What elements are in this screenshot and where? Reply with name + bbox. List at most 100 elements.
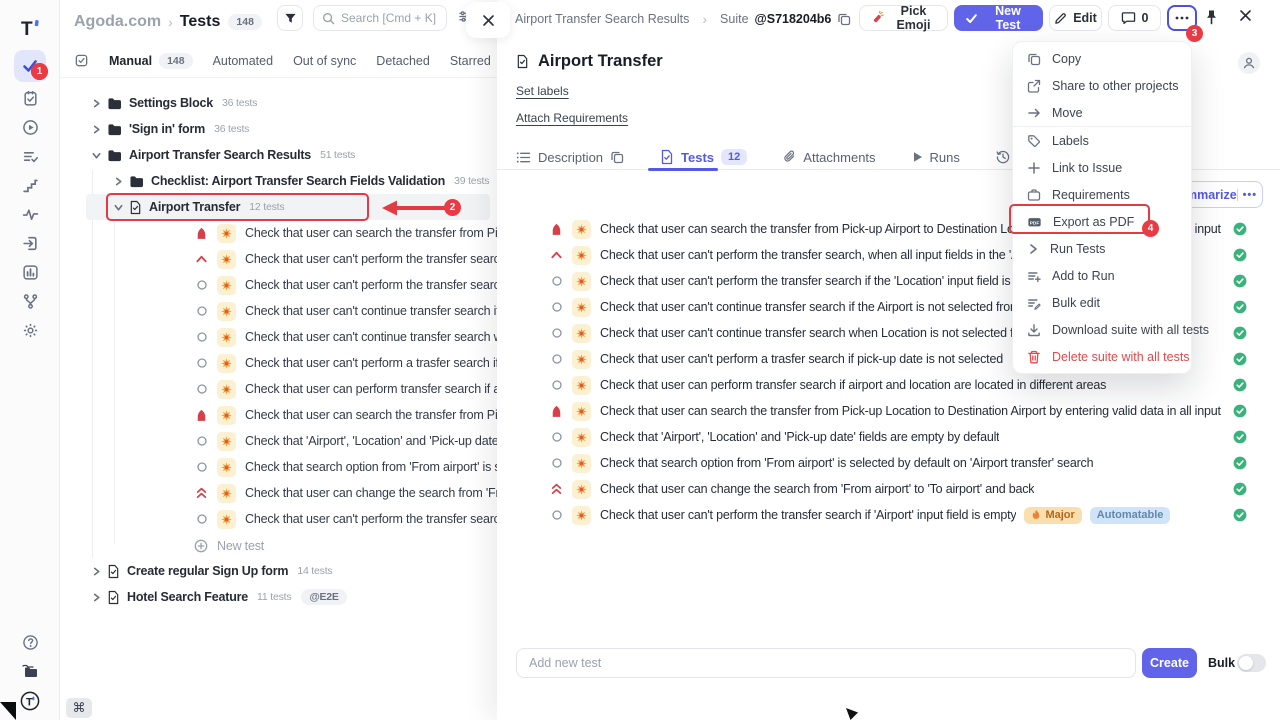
tree-suite-row[interactable]: Settings Block 36 tests (92, 90, 257, 116)
rail-item-projects[interactable] (14, 656, 46, 688)
suite-test-row[interactable]: Check that user can search the transfer … (497, 398, 1280, 424)
tree-suite-row[interactable]: Create regular Sign Up form 14 tests (92, 558, 332, 584)
rail-item-help[interactable] (14, 626, 46, 658)
rail-item-logo-circle[interactable]: T (14, 685, 46, 717)
pick-emoji-button[interactable]: Pick Emoji (859, 5, 948, 31)
suite-test-row[interactable]: Check that user can't perform the transf… (497, 502, 1280, 528)
menu-item-move[interactable]: Move (1013, 99, 1191, 126)
rail-item-clipboard-check[interactable] (14, 82, 46, 114)
search-input[interactable] (341, 11, 438, 25)
comments-button[interactable]: 0 (1108, 5, 1161, 31)
menu-item-download-suite-with-all-tests[interactable]: Download suite with all tests (1013, 316, 1191, 343)
attach-requirements-link[interactable]: Attach Requirements (516, 111, 628, 125)
summarize-more-button[interactable]: ••• (1237, 189, 1262, 201)
folder-icon (107, 97, 122, 110)
list-edit-icon (1027, 296, 1041, 310)
filter-button[interactable] (277, 5, 303, 31)
suite-id: @S718204b6 (755, 12, 832, 26)
menu-item-bulk-edit[interactable]: Bulk edit (1013, 289, 1191, 316)
search-box[interactable] (313, 5, 447, 31)
rail-item-pulse[interactable] (14, 198, 46, 230)
suite-tab-tests[interactable]: Tests 12 (660, 149, 747, 165)
suite-test-row[interactable]: Check that search option from 'From airp… (497, 450, 1280, 476)
rail-item-branch[interactable] (14, 285, 46, 317)
rail-item-logo-t[interactable]: T (14, 12, 46, 44)
suite-tab-runs[interactable]: Runs (912, 150, 960, 165)
suite-test-row[interactable]: Check that 'Airport', 'Location' and 'Pi… (497, 424, 1280, 450)
filter-tab-automated[interactable]: Automated (213, 54, 273, 68)
edit-button[interactable]: Edit (1049, 5, 1102, 31)
rail-item-list-check[interactable] (14, 140, 46, 172)
filter-tab-out-of-sync[interactable]: Out of sync (293, 54, 356, 68)
suite-test-title: Check that user can't perform the transf… (600, 508, 1016, 522)
menu-item-link-to-issue[interactable]: Link to Issue (1013, 154, 1191, 181)
suite-test-row[interactable]: Check that user can perform transfer sea… (497, 372, 1280, 398)
bulk-toggle[interactable] (1237, 654, 1266, 672)
pin-icon[interactable] (1205, 9, 1218, 25)
paperclip-icon (783, 150, 796, 164)
tree-new-test-button[interactable]: New test (194, 533, 264, 559)
tree-suite-row[interactable]: 'Sign in' form 36 tests (92, 116, 249, 142)
chevron-down-icon[interactable] (92, 151, 101, 160)
active-tab-underline (648, 168, 718, 171)
collision-burst-icon (217, 406, 236, 425)
avatar[interactable] (1238, 52, 1260, 74)
priority-high-icon (549, 251, 564, 259)
menu-item-labels[interactable]: Labels (1013, 127, 1191, 154)
tree-suite-count: 51 tests (320, 149, 355, 161)
rail-item-play-circle[interactable] (14, 111, 46, 143)
arrow-right-icon (1027, 106, 1041, 120)
rail-item-gear[interactable] (14, 314, 46, 346)
rail-item-steps[interactable] (14, 169, 46, 201)
chevron-right-icon[interactable] (92, 593, 101, 602)
rail-item-analytics[interactable] (14, 256, 46, 288)
tree-suite-row[interactable]: Hotel Search Feature 11 tests @E2E (92, 584, 347, 610)
filter-tab-detached[interactable]: Detached (376, 54, 430, 68)
rail-item-import[interactable] (14, 227, 46, 259)
suite-tab-attachments[interactable]: Attachments (783, 150, 875, 165)
filter-tabs: Manual148 Automated Out of sync Detached Sta… (60, 44, 497, 78)
suite-tab-label: Tests (681, 150, 714, 165)
menu-item-share-to-other-projects[interactable]: Share to other projects (1013, 72, 1191, 99)
select-all-icon[interactable] (74, 53, 89, 68)
priority-highest-icon (549, 483, 564, 495)
plus-circle-icon (194, 539, 208, 553)
set-labels-link[interactable]: Set labels (516, 84, 569, 98)
chevron-right-icon[interactable] (92, 125, 101, 134)
copy-icon[interactable] (837, 12, 851, 26)
status-passed-icon (1233, 352, 1247, 366)
tree-suite-row[interactable]: Airport Transfer Search Results 51 tests (92, 142, 355, 168)
priority-normal-icon (194, 462, 209, 472)
tree-indent-guide (114, 222, 115, 544)
tree-suite-count: 39 tests (454, 175, 489, 187)
logo-circle-icon: T (20, 691, 40, 711)
create-button[interactable]: Create (1142, 648, 1197, 678)
suite-breadcrumb-parent[interactable]: Airport Transfer Search Results (515, 12, 689, 26)
filter-tab-starred[interactable]: Starred (450, 54, 491, 68)
menu-item-copy[interactable]: Copy (1013, 45, 1191, 72)
chevron-right-icon[interactable] (92, 99, 101, 108)
breadcrumb-project[interactable]: Agoda.com (74, 13, 161, 31)
collision-burst-icon (572, 428, 591, 447)
collision-burst-icon (572, 480, 591, 499)
chevron-right-icon[interactable] (114, 177, 123, 186)
menu-item-add-to-run[interactable]: Add to Run (1013, 262, 1191, 289)
status-passed-icon (1233, 404, 1247, 418)
add-new-test-input[interactable] (516, 648, 1136, 678)
filter-tab-manual[interactable]: Manual148 (109, 53, 193, 69)
new-test-button[interactable]: New Test (954, 5, 1043, 31)
menu-item-run-tests[interactable]: Run Tests (1013, 235, 1191, 262)
priority-normal-icon (549, 458, 564, 468)
menu-item-label: Delete suite with all tests (1052, 350, 1190, 364)
copy-icon[interactable] (610, 150, 624, 164)
collision-burst-icon (572, 376, 591, 395)
menu-item-delete-suite-with-all-tests[interactable]: Delete suite with all tests (1013, 343, 1191, 370)
close-icon[interactable] (1239, 9, 1252, 22)
suite-tab-description[interactable]: Description (516, 150, 624, 165)
tree-suite-row[interactable]: Checklist: Airport Transfer Search Field… (114, 168, 545, 194)
suite-test-row[interactable]: Check that user can change the search fr… (497, 476, 1280, 502)
chevron-right-icon[interactable] (92, 567, 101, 576)
panel-close-tab[interactable] (466, 2, 510, 38)
priority-normal-icon (194, 280, 209, 290)
close-icon[interactable] (482, 14, 495, 27)
